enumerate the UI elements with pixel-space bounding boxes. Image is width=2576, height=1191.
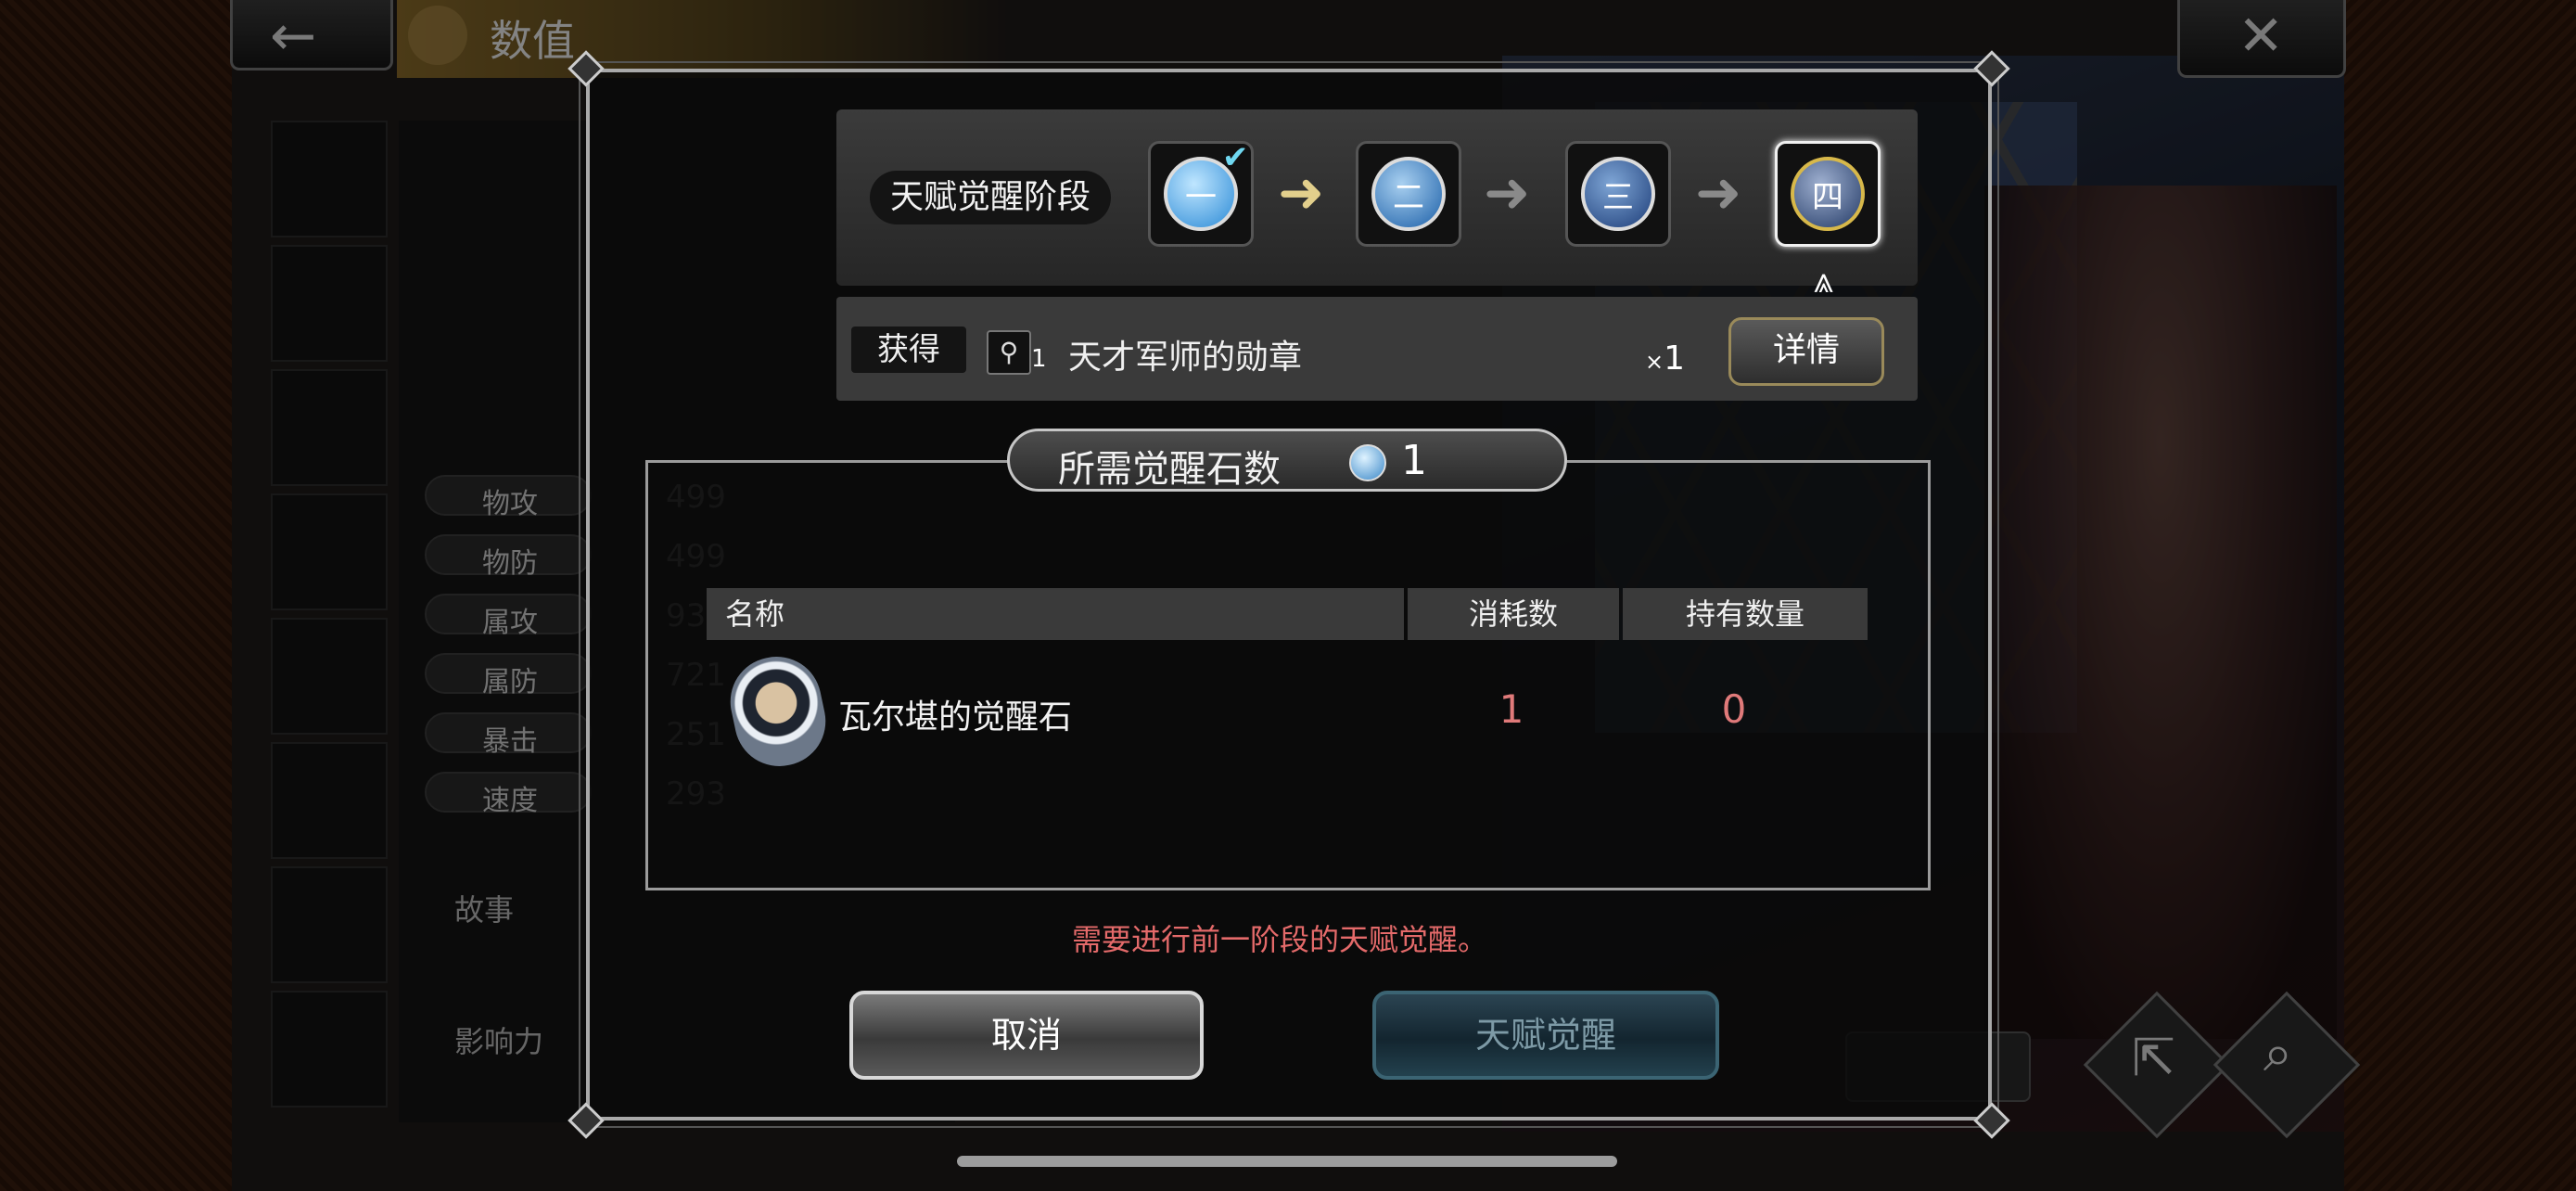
medal-icon: ⚲ bbox=[987, 330, 1031, 375]
arrow-right-icon: ➜ bbox=[1278, 160, 1325, 225]
detail-button[interactable]: 详情 bbox=[1728, 317, 1884, 386]
stage-node-4[interactable]: 四 bbox=[1775, 141, 1881, 247]
required-stones-title: 所需觉醒石数 bbox=[1058, 448, 1281, 491]
reward-tag: 获得 bbox=[851, 327, 966, 373]
home-indicator[interactable] bbox=[957, 1156, 1617, 1167]
reward-name: 天才军师的勋章 bbox=[1068, 339, 1303, 377]
reward-icon-count: 1 bbox=[1031, 345, 1047, 373]
cancel-button[interactable]: 取消 bbox=[849, 991, 1204, 1080]
stage-gem-icon: 三 bbox=[1581, 157, 1655, 231]
reward-quantity: ×1 bbox=[1645, 339, 1686, 378]
stage-gem-icon: 二 bbox=[1371, 157, 1446, 231]
item-name: 瓦尔堪的觉醒石 bbox=[838, 698, 1073, 736]
warning-message: 需要进行前一阶段的天赋觉醒。 bbox=[1072, 922, 1488, 957]
awaken-button[interactable]: 天赋觉醒 bbox=[1372, 991, 1719, 1080]
stage-label: 天赋觉醒阶段 bbox=[870, 171, 1112, 224]
stage-gem-icon: 四 bbox=[1791, 157, 1865, 231]
awakening-stone-icon bbox=[1349, 444, 1386, 481]
column-header-cost: 消耗数 bbox=[1408, 588, 1619, 640]
column-header-name: 名称 bbox=[707, 588, 1404, 640]
required-stones-count: 1 bbox=[1401, 437, 1427, 484]
check-icon: ✔ bbox=[1222, 139, 1249, 176]
required-stones-header: 所需觉醒石数 1 bbox=[1007, 429, 1567, 492]
column-header-held: 持有数量 bbox=[1623, 588, 1868, 640]
stage-node-3[interactable]: 三 bbox=[1565, 141, 1671, 247]
arrow-right-icon: ➜ bbox=[1484, 160, 1531, 225]
selection-pointer-icon: ⩓ bbox=[1814, 260, 1834, 301]
item-cost: 1 bbox=[1498, 686, 1524, 732]
required-stones-panel bbox=[645, 460, 1931, 890]
stage-node-2[interactable]: 二 bbox=[1356, 141, 1461, 247]
arrow-right-icon: ➜ bbox=[1695, 160, 1742, 225]
item-held: 0 bbox=[1721, 686, 1747, 732]
